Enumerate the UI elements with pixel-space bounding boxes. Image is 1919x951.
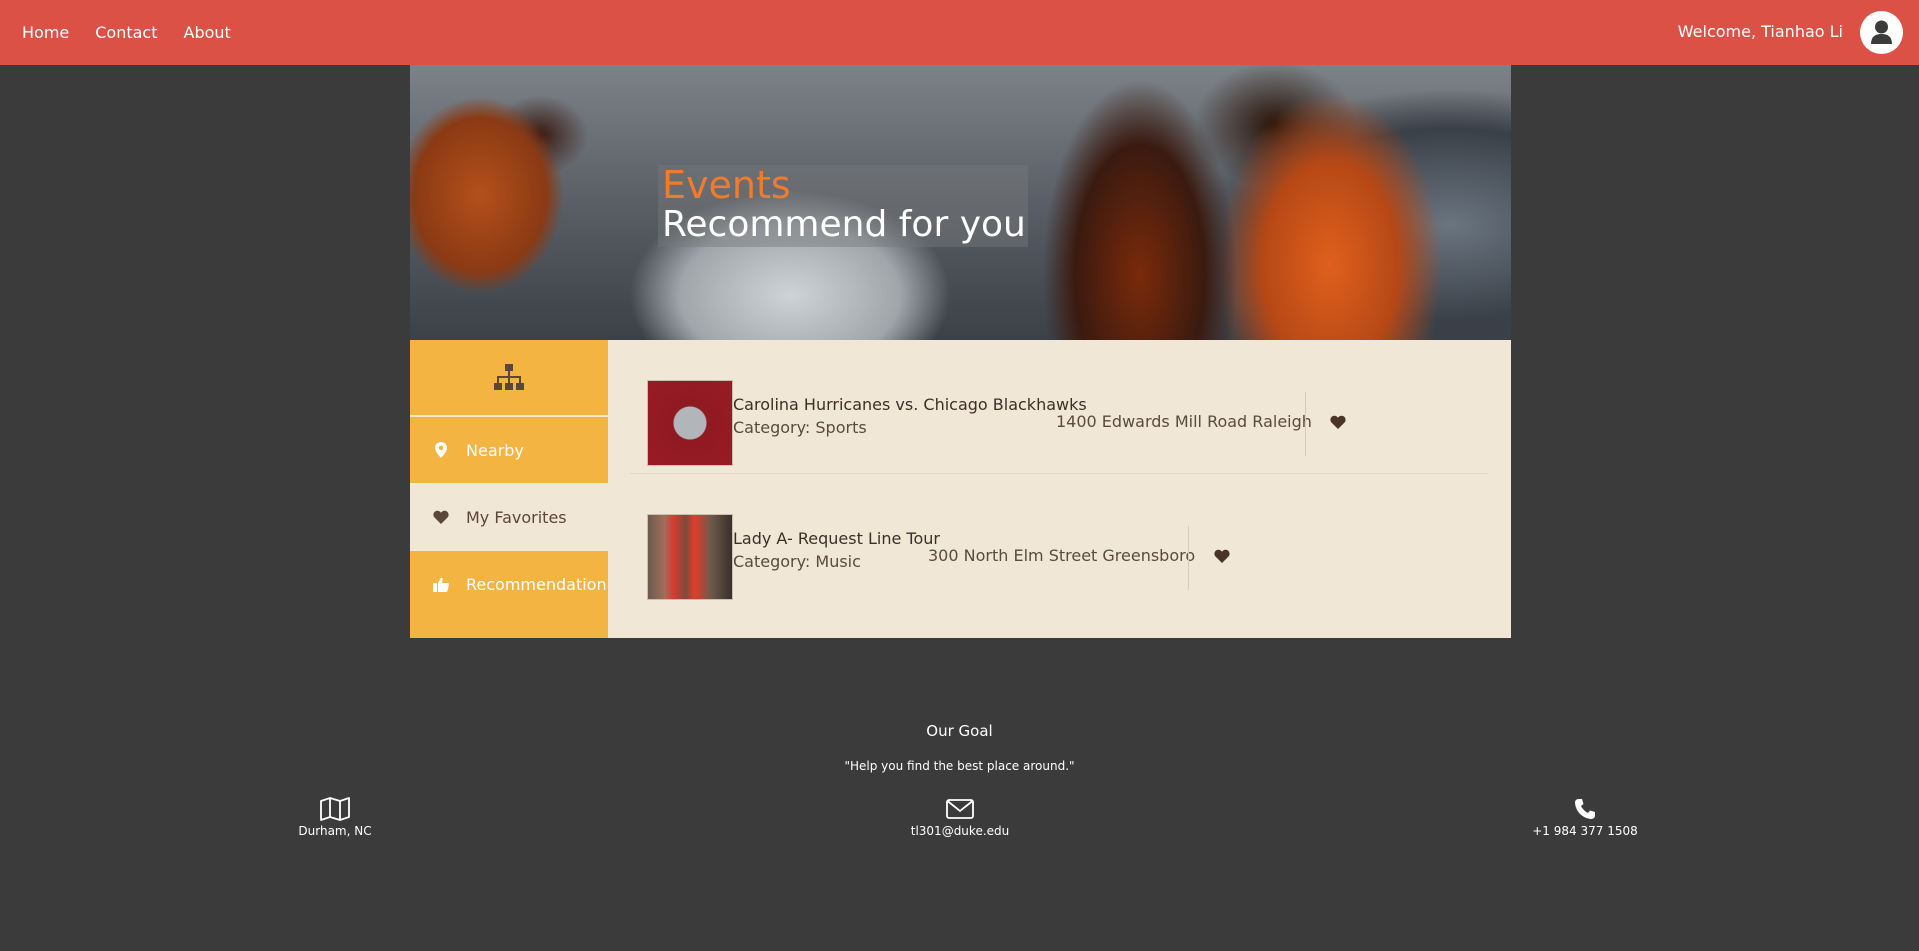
heart-icon [432,510,450,524]
favorite-button[interactable] [1330,414,1346,433]
footer-location-text: Durham, NC [298,824,372,838]
event-list: Carolina Hurricanes vs. Chicago Blackhaw… [608,340,1511,638]
divider [1305,392,1306,456]
nav-about-link[interactable]: About [184,23,231,42]
event-image [647,514,733,600]
sidebar-item-my-favorites[interactable]: My Favorites [410,484,608,551]
footer-quote: "Help you find the best place around." [844,759,1075,773]
event-image [647,380,733,466]
avatar[interactable] [1860,11,1903,54]
sidebar-item-label: Nearby [466,440,524,460]
banner-text-box: Events Recommend for you [658,165,1028,247]
top-navbar: Home Contact About Welcome, Tianhao Li [0,0,1919,65]
event-name[interactable]: Lady A- Request Line Tour [733,529,940,548]
sidebar-item-nearby[interactable]: Nearby [410,417,608,484]
list-item[interactable]: Lady A- Request Line Tour Category: Musi… [630,474,1488,607]
map-marker-icon [432,442,450,458]
list-item[interactable]: Carolina Hurricanes vs. Chicago Blackhaw… [630,340,1488,474]
footer-email-text[interactable]: tl301@duke.edu [880,824,1040,838]
banner-title: Events [662,163,791,207]
sidebar: Nearby My Favorites Recommendation [410,340,608,638]
event-category: Category: Sports [733,418,867,437]
phone-icon [1575,799,1595,819]
event-name[interactable]: Carolina Hurricanes vs. Chicago Blackhaw… [733,395,1087,414]
event-category: Category: Music [733,552,861,571]
event-address: 1400 Edwards Mill Road Raleigh [1056,412,1312,431]
thumbs-up-icon [432,577,450,592]
footer-location: Durham, NC [255,796,415,838]
sitemap-icon [494,363,524,390]
sidebar-item-label: My Favorites [466,507,567,527]
banner-subtitle: Recommend for you [662,204,1026,245]
sidebar-item-label: Recommendation [466,574,607,594]
nav-home-link[interactable]: Home [22,23,69,42]
footer-email: tl301@duke.edu [880,796,1040,838]
sidebar-item-recommendation[interactable]: Recommendation [410,551,608,617]
nav-contact-link[interactable]: Contact [95,23,157,42]
sidebar-header [410,340,608,417]
heart-icon [1330,415,1346,429]
favorite-button[interactable] [1214,548,1230,567]
footer-phone-text[interactable]: +1 984 377 1508 [1505,824,1665,838]
footer-title: Our Goal [926,722,993,740]
hero-banner: Events Recommend for you [410,65,1511,340]
event-address: 300 North Elm Street Greensboro [928,546,1196,565]
envelope-icon [946,799,974,819]
user-icon [1871,20,1892,44]
footer-phone: +1 984 377 1508 [1505,796,1665,838]
main-nav: Home Contact About [22,23,257,42]
heart-icon [1214,549,1230,563]
welcome-text: Welcome, Tianhao Li [1677,22,1843,41]
map-icon [320,797,350,821]
divider [1188,526,1189,590]
